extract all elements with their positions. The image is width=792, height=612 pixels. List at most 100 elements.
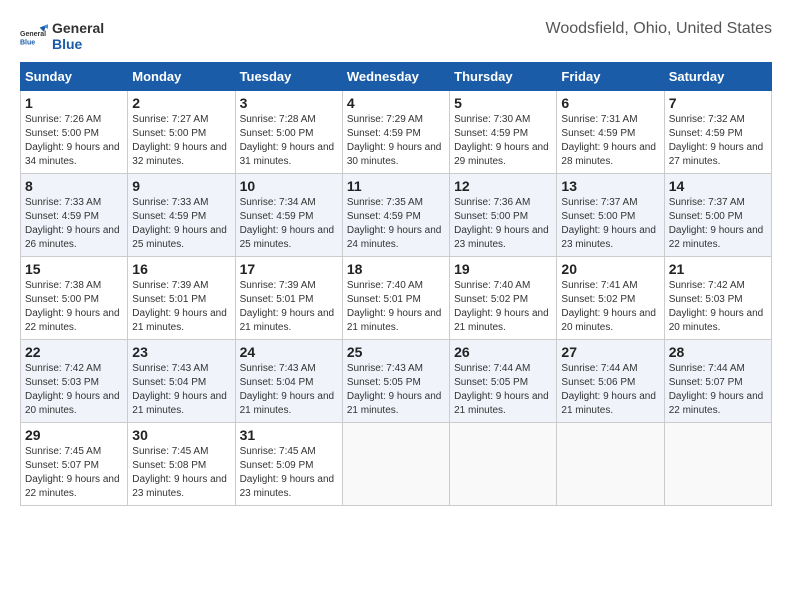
calendar-cell: 11Sunrise: 7:35 AMSunset: 4:59 PMDayligh… xyxy=(342,174,449,257)
day-number: 13 xyxy=(561,178,659,194)
calendar-cell: 22 Sunrise: 7:42 AMSunset: 5:03 PMDayligh… xyxy=(21,340,128,423)
day-number: 26 xyxy=(454,344,552,360)
calendar-cell xyxy=(342,423,449,506)
calendar-cell: 27 Sunrise: 7:44 AMSunset: 5:06 PMDayligh… xyxy=(557,340,664,423)
day-info: Sunrise: 7:42 AMSunset: 5:03 PMDaylight:… xyxy=(669,279,767,335)
calendar-cell: 7 Sunrise: 7:32 AMSunset: 4:59 PMDaylight… xyxy=(664,91,771,174)
svg-text:General: General xyxy=(20,31,46,38)
day-info: Sunrise: 7:45 AMSunset: 5:09 PMDaylight:… xyxy=(240,445,338,501)
calendar-cell: 24Sunrise: 7:43 AMSunset: 5:04 PMDayligh… xyxy=(235,340,342,423)
calendar-cell: 30Sunrise: 7:45 AMSunset: 5:08 PMDayligh… xyxy=(128,423,235,506)
day-number: 9 xyxy=(132,178,230,194)
day-number: 27 xyxy=(561,344,659,360)
calendar-cell: 26 Sunrise: 7:44 AMSunset: 5:05 PMDayligh… xyxy=(450,340,557,423)
day-number: 5 xyxy=(454,95,552,111)
calendar-cell: 2Sunrise: 7:27 AMSunset: 5:00 PMDaylight… xyxy=(128,91,235,174)
day-info: Sunrise: 7:29 AMSunset: 4:59 PMDaylight:… xyxy=(347,113,445,169)
calendar-cell: 31 Sunrise: 7:45 AMSunset: 5:09 PMDayligh… xyxy=(235,423,342,506)
calendar-cell: 15 Sunrise: 7:38 AMSunset: 5:00 PMDayligh… xyxy=(21,257,128,340)
calendar-cell: 4 Sunrise: 7:29 AMSunset: 4:59 PMDaylight… xyxy=(342,91,449,174)
logo-line2: Blue xyxy=(52,36,104,52)
calendar-cell: 29Sunrise: 7:45 AMSunset: 5:07 PMDayligh… xyxy=(21,423,128,506)
day-number: 4 xyxy=(347,95,445,111)
day-info: Sunrise: 7:43 AMSunset: 5:04 PMDaylight:… xyxy=(132,362,230,418)
calendar-cell: 1Sunrise: 7:26 AMSunset: 5:00 PMDaylight… xyxy=(21,91,128,174)
day-info: Sunrise: 7:44 AMSunset: 5:07 PMDaylight:… xyxy=(669,362,767,418)
day-number: 14 xyxy=(669,178,767,194)
day-number: 16 xyxy=(132,261,230,277)
day-number: 31 xyxy=(240,427,338,443)
page-header: General Blue General Blue Woodsfield, Oh… xyxy=(20,20,772,52)
calendar-cell: 28 Sunrise: 7:44 AMSunset: 5:07 PMDayligh… xyxy=(664,340,771,423)
calendar-cell: 20Sunrise: 7:41 AMSunset: 5:02 PMDayligh… xyxy=(557,257,664,340)
calendar-week-row: 29Sunrise: 7:45 AMSunset: 5:07 PMDayligh… xyxy=(21,423,772,506)
calendar-cell: 14 Sunrise: 7:37 AMSunset: 5:00 PMDayligh… xyxy=(664,174,771,257)
day-number: 22 xyxy=(25,344,123,360)
day-info: Sunrise: 7:33 AMSunset: 4:59 PMDaylight:… xyxy=(132,196,230,252)
day-info: Sunrise: 7:38 AMSunset: 5:00 PMDaylight:… xyxy=(25,279,123,335)
day-info: Sunrise: 7:31 AMSunset: 4:59 PMDaylight:… xyxy=(561,113,659,169)
calendar-cell: 23 Sunrise: 7:43 AMSunset: 5:04 PMDayligh… xyxy=(128,340,235,423)
calendar-cell: 16Sunrise: 7:39 AMSunset: 5:01 PMDayligh… xyxy=(128,257,235,340)
day-number: 21 xyxy=(669,261,767,277)
day-info: Sunrise: 7:44 AMSunset: 5:05 PMDaylight:… xyxy=(454,362,552,418)
location-title: Woodsfield, Ohio, United States xyxy=(546,20,773,38)
day-info: Sunrise: 7:27 AMSunset: 5:00 PMDaylight:… xyxy=(132,113,230,169)
calendar-cell: 3 Sunrise: 7:28 AMSunset: 5:00 PMDaylight… xyxy=(235,91,342,174)
day-number: 15 xyxy=(25,261,123,277)
day-number: 28 xyxy=(669,344,767,360)
day-number: 18 xyxy=(347,261,445,277)
column-header-saturday: Saturday xyxy=(664,63,771,91)
day-info: Sunrise: 7:28 AMSunset: 5:00 PMDaylight:… xyxy=(240,113,338,169)
calendar-cell: 13 Sunrise: 7:37 AMSunset: 5:00 PMDayligh… xyxy=(557,174,664,257)
calendar-header-row: SundayMondayTuesdayWednesdayThursdayFrid… xyxy=(21,63,772,91)
logo-line1: General xyxy=(52,20,104,36)
column-header-friday: Friday xyxy=(557,63,664,91)
column-header-thursday: Thursday xyxy=(450,63,557,91)
calendar-cell xyxy=(557,423,664,506)
day-number: 30 xyxy=(132,427,230,443)
day-number: 12 xyxy=(454,178,552,194)
day-info: Sunrise: 7:26 AMSunset: 5:00 PMDaylight:… xyxy=(25,113,123,169)
column-header-wednesday: Wednesday xyxy=(342,63,449,91)
day-number: 25 xyxy=(347,344,445,360)
calendar-cell: 6 Sunrise: 7:31 AMSunset: 4:59 PMDaylight… xyxy=(557,91,664,174)
day-info: Sunrise: 7:44 AMSunset: 5:06 PMDaylight:… xyxy=(561,362,659,418)
calendar-week-row: 15 Sunrise: 7:38 AMSunset: 5:00 PMDayligh… xyxy=(21,257,772,340)
calendar-week-row: 22 Sunrise: 7:42 AMSunset: 5:03 PMDayligh… xyxy=(21,340,772,423)
day-number: 8 xyxy=(25,178,123,194)
day-info: Sunrise: 7:37 AMSunset: 5:00 PMDaylight:… xyxy=(561,196,659,252)
day-info: Sunrise: 7:42 AMSunset: 5:03 PMDaylight:… xyxy=(25,362,123,418)
calendar-table: SundayMondayTuesdayWednesdayThursdayFrid… xyxy=(20,62,772,506)
title-area: Woodsfield, Ohio, United States xyxy=(546,20,773,38)
calendar-week-row: 8 Sunrise: 7:33 AMSunset: 4:59 PMDaylight… xyxy=(21,174,772,257)
calendar-cell: 19Sunrise: 7:40 AMSunset: 5:02 PMDayligh… xyxy=(450,257,557,340)
svg-text:Blue: Blue xyxy=(20,39,35,46)
column-header-monday: Monday xyxy=(128,63,235,91)
day-number: 19 xyxy=(454,261,552,277)
day-info: Sunrise: 7:37 AMSunset: 5:00 PMDaylight:… xyxy=(669,196,767,252)
day-number: 3 xyxy=(240,95,338,111)
day-number: 10 xyxy=(240,178,338,194)
day-info: Sunrise: 7:43 AMSunset: 5:05 PMDaylight:… xyxy=(347,362,445,418)
day-number: 7 xyxy=(669,95,767,111)
calendar-cell: 12Sunrise: 7:36 AMSunset: 5:00 PMDayligh… xyxy=(450,174,557,257)
day-info: Sunrise: 7:33 AMSunset: 4:59 PMDaylight:… xyxy=(25,196,123,252)
day-info: Sunrise: 7:39 AMSunset: 5:01 PMDaylight:… xyxy=(240,279,338,335)
calendar-cell: 18Sunrise: 7:40 AMSunset: 5:01 PMDayligh… xyxy=(342,257,449,340)
calendar-cell: 9 Sunrise: 7:33 AMSunset: 4:59 PMDaylight… xyxy=(128,174,235,257)
day-number: 29 xyxy=(25,427,123,443)
day-info: Sunrise: 7:34 AMSunset: 4:59 PMDaylight:… xyxy=(240,196,338,252)
day-number: 23 xyxy=(132,344,230,360)
calendar-cell xyxy=(664,423,771,506)
calendar-cell: 25 Sunrise: 7:43 AMSunset: 5:05 PMDayligh… xyxy=(342,340,449,423)
calendar-cell: 10 Sunrise: 7:34 AMSunset: 4:59 PMDayligh… xyxy=(235,174,342,257)
logo-bird-icon: General Blue xyxy=(20,22,48,50)
calendar-cell: 21 Sunrise: 7:42 AMSunset: 5:03 PMDayligh… xyxy=(664,257,771,340)
calendar-cell: 17Sunrise: 7:39 AMSunset: 5:01 PMDayligh… xyxy=(235,257,342,340)
day-number: 24 xyxy=(240,344,338,360)
day-info: Sunrise: 7:32 AMSunset: 4:59 PMDaylight:… xyxy=(669,113,767,169)
calendar-cell: 8 Sunrise: 7:33 AMSunset: 4:59 PMDaylight… xyxy=(21,174,128,257)
calendar-week-row: 1Sunrise: 7:26 AMSunset: 5:00 PMDaylight… xyxy=(21,91,772,174)
day-number: 6 xyxy=(561,95,659,111)
